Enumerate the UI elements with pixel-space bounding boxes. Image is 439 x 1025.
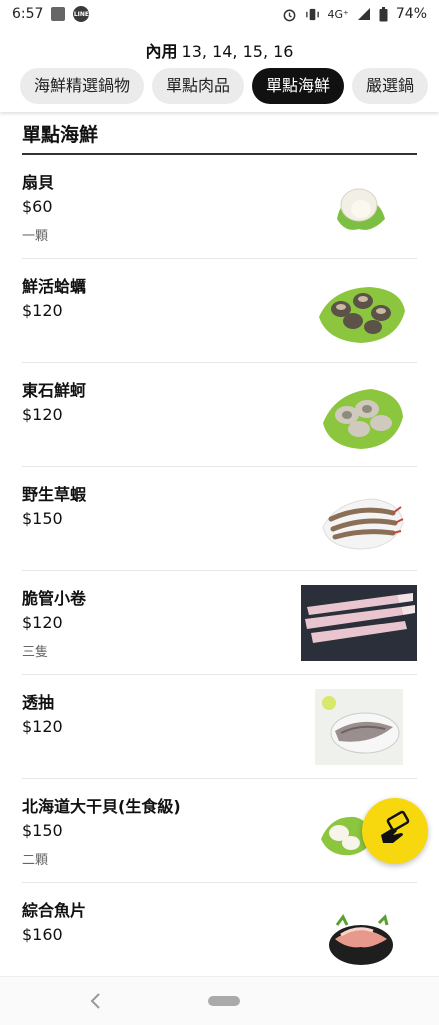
network-type: 4G⁺ — [327, 7, 349, 21]
item-price: $120 — [22, 301, 63, 320]
item-price: $120 — [22, 717, 63, 736]
menu-content: 單點海鮮 扇貝 $60 一顆 鮮活蛤蠣 $120 東石鮮蚵 $120 野生草蝦 … — [22, 120, 417, 987]
squid-photo-image — [301, 583, 417, 663]
fish-slices-image — [301, 895, 417, 975]
category-tabs: 海鮮精選鍋物 單點肉品 單點海鮮 嚴選鍋 — [20, 68, 439, 104]
item-name: 東石鮮蚵 — [22, 381, 87, 400]
gallery-icon — [51, 7, 66, 21]
item-name: 透抽 — [22, 693, 55, 712]
table-numbers: 13, 14, 15, 16 — [181, 42, 294, 61]
item-name: 野生草蝦 — [22, 485, 87, 504]
tab-selected-pot[interactable]: 嚴選鍋 — [352, 68, 429, 104]
item-name: 扇貝 — [22, 173, 55, 192]
menu-item[interactable]: 透抽 $120 — [22, 675, 417, 779]
scallop-image — [301, 167, 417, 247]
item-name: 鮮活蛤蠣 — [22, 277, 87, 296]
status-time: 6:57 — [12, 6, 44, 22]
item-price: $160 — [22, 925, 63, 944]
dine-in-label: 內用 — [145, 42, 178, 61]
menu-item[interactable]: 扇貝 $60 一顆 — [22, 155, 417, 259]
tab-seafood-hotpot[interactable]: 海鮮精選鍋物 — [20, 68, 145, 104]
tab-single-meat[interactable]: 單點肉品 — [152, 68, 245, 104]
clams-image — [301, 271, 417, 351]
checkout-fab[interactable] — [362, 798, 428, 864]
table-info: 內用 13, 14, 15, 16 — [0, 38, 439, 62]
item-price: $120 — [22, 405, 63, 424]
item-price: $120 — [22, 613, 63, 632]
alarm-icon — [282, 7, 297, 22]
menu-item[interactable]: 野生草蝦 $150 — [22, 467, 417, 571]
tab-single-seafood[interactable]: 單點海鮮 — [252, 68, 345, 104]
squid-plate-image — [301, 687, 417, 767]
item-note: 一顆 — [22, 229, 49, 244]
menu-item[interactable]: 脆管小卷 $120 三隻 — [22, 571, 417, 675]
battery-percent: 74% — [395, 6, 427, 22]
battery-icon — [379, 6, 388, 22]
item-price: $60 — [22, 197, 53, 216]
item-price: $150 — [22, 821, 63, 840]
hand-money-icon — [375, 809, 415, 853]
item-note: 三隻 — [22, 645, 49, 660]
item-price: $150 — [22, 509, 63, 528]
menu-header: 內用 13, 14, 15, 16 海鮮精選鍋物 單點肉品 單點海鮮 嚴選鍋 — [0, 28, 439, 112]
section-title: 單點海鮮 — [22, 120, 417, 155]
status-bar: 6:57 LINE 4G⁺ 74% — [0, 0, 439, 28]
item-note: 二顆 — [22, 853, 49, 868]
vibrate-icon — [305, 7, 320, 22]
item-name: 北海道大干貝(生食級) — [22, 797, 181, 816]
back-icon[interactable] — [86, 989, 106, 1013]
menu-item[interactable]: 鮮活蛤蠣 $120 — [22, 259, 417, 363]
shrimp-image — [301, 479, 417, 559]
menu-item[interactable]: 北海道大干貝(生食級) $150 二顆 — [22, 779, 417, 883]
home-pill-icon[interactable] — [208, 996, 240, 1006]
item-name: 綜合魚片 — [22, 901, 87, 920]
oysters-image — [301, 375, 417, 455]
menu-item[interactable]: 綜合魚片 $160 — [22, 883, 417, 987]
menu-item[interactable]: 東石鮮蚵 $120 — [22, 363, 417, 467]
line-app-icon: LINE — [73, 6, 90, 22]
system-nav-bar — [0, 976, 439, 1025]
item-name: 脆管小卷 — [22, 589, 87, 608]
signal-icon — [357, 7, 371, 21]
